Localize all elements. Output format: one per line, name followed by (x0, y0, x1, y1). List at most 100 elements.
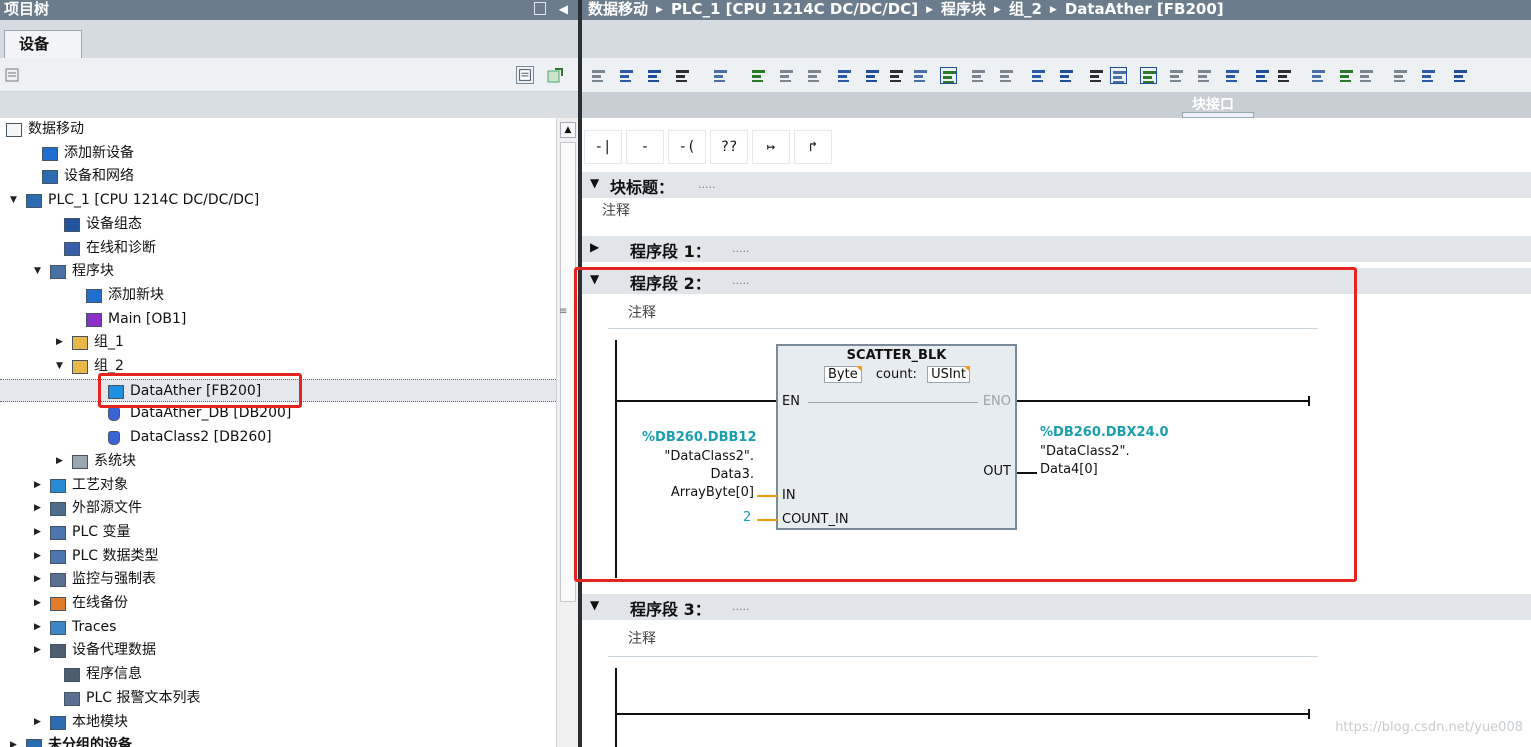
tree-item[interactable]: 在线和诊断 (0, 237, 556, 260)
editor-tool-icon[interactable] (1110, 67, 1127, 84)
editor-tool-icon[interactable] (1392, 67, 1409, 84)
nc-contact-button[interactable]: -|/|- (626, 130, 664, 187)
tab-devices[interactable]: 设备 (4, 30, 82, 58)
editor-tool-icon[interactable] (778, 67, 795, 84)
collapse-toggle-icon[interactable]: ▼ (590, 598, 599, 612)
expand-arrow-icon[interactable]: ▶ (34, 521, 46, 544)
breadcrumb-item[interactable]: 组_2 (1009, 0, 1042, 18)
tree-item[interactable]: 程序信息 (0, 663, 556, 686)
expand-arrow-icon[interactable]: ▶ (56, 331, 68, 354)
editor-tool-icon[interactable] (940, 67, 957, 84)
no-contact-button[interactable]: -| |- (584, 130, 622, 187)
network-3-comment[interactable]: 注释 (628, 628, 656, 648)
block-title-dots[interactable]: ..... (698, 178, 715, 191)
editor-tool-icon[interactable] (1452, 67, 1469, 84)
tree-item[interactable]: 设备和网络 (0, 165, 556, 188)
editor-tool-icon[interactable] (1058, 67, 1075, 84)
tree-item[interactable]: ▼ PLC_1 [CPU 1214C DC/DC/DC] (0, 189, 556, 212)
editor-tool-icon[interactable] (836, 67, 853, 84)
tree-item[interactable]: PLC 报警文本列表 (0, 687, 556, 710)
editor-tool-icon[interactable] (1254, 67, 1271, 84)
expand-arrow-icon[interactable]: ▶ (34, 639, 46, 662)
network-3-header[interactable]: ▼ 程序段 3： ..... (582, 594, 1531, 620)
tree-item[interactable]: ▶ Traces (0, 616, 556, 639)
editor-tool-icon[interactable] (1088, 67, 1105, 84)
tree-item[interactable]: 设备组态 (0, 213, 556, 236)
expand-arrow-icon[interactable]: ▶ (34, 474, 46, 497)
editor-tool-icon[interactable] (1224, 67, 1241, 84)
editor-tool-icon[interactable] (1358, 67, 1375, 84)
expand-arrow-icon[interactable]: ▶ (34, 592, 46, 615)
close-branch-button[interactable]: ↱ (794, 130, 832, 164)
coil-button[interactable]: -( )- (668, 130, 706, 187)
editor-tool-icon[interactable] (1276, 67, 1293, 84)
editor-tool-icon[interactable] (646, 67, 663, 84)
block-title-header[interactable]: ▼ 块标题： ..... (582, 172, 1531, 198)
scroll-up-icon[interactable]: ▲ (560, 122, 576, 138)
tree-item[interactable]: ▶ PLC 变量 (0, 521, 556, 544)
block-interface-bar[interactable]: 块接口 (582, 92, 1531, 118)
editor-tool-icon[interactable] (712, 67, 729, 84)
collapse-arrow-icon[interactable]: ▼ (34, 260, 46, 283)
breadcrumb-item[interactable]: DataAther [FB200] (1065, 0, 1224, 18)
collapse-arrow-icon[interactable]: ▼ (0, 118, 2, 141)
tree-item[interactable]: ▼ 数据移动 (0, 118, 556, 141)
tree-item[interactable]: ▶ 设备代理数据 (0, 639, 556, 662)
tree-item[interactable]: 添加新设备 (0, 142, 556, 165)
export-icon[interactable] (546, 66, 564, 84)
breadcrumb-item[interactable]: 数据移动 (588, 0, 648, 18)
tree-item[interactable]: ▶ 在线备份 (0, 592, 556, 615)
editor-tool-icon[interactable] (1310, 67, 1327, 84)
splitter-grip-icon[interactable]: ≡ (559, 306, 567, 317)
editor-tool-icon[interactable] (590, 67, 607, 84)
expand-toggle-icon[interactable]: ▶ (590, 240, 599, 254)
editor-tool-icon[interactable] (1420, 67, 1437, 84)
editor-tool-icon[interactable] (806, 67, 823, 84)
network-3-dots[interactable]: ..... (732, 600, 749, 613)
tree-item[interactable]: DataClass2 [DB260] (0, 426, 556, 449)
editor-tool-icon[interactable] (1030, 67, 1047, 84)
editor-tool-icon[interactable] (1168, 67, 1185, 84)
expand-arrow-icon[interactable]: ▶ (10, 734, 22, 747)
tree-item[interactable]: ▶ 系统块 (0, 450, 556, 473)
editor-tool-icon[interactable] (888, 67, 905, 84)
editor-tool-icon[interactable] (1196, 67, 1213, 84)
tree-item[interactable]: 添加新块 (0, 284, 556, 307)
editor-tool-icon[interactable] (618, 67, 635, 84)
expand-arrow-icon[interactable]: ▶ (34, 568, 46, 591)
tree-item[interactable]: ▶ 组_1 (0, 331, 556, 354)
editor-tool-icon[interactable] (674, 67, 691, 84)
tree-item[interactable]: ▶ 工艺对象 (0, 474, 556, 497)
expand-arrow-icon[interactable]: ▶ (34, 497, 46, 520)
tree-item[interactable]: ▼ 程序块 (0, 260, 556, 283)
expand-arrow-icon[interactable]: ▶ (34, 711, 46, 734)
panel-pin-icon[interactable] (534, 2, 546, 15)
editor-tool-icon[interactable] (998, 67, 1015, 84)
editor-tool-icon[interactable] (864, 67, 881, 84)
interface-splitter-icon[interactable] (1182, 112, 1254, 118)
collapse-arrow-icon[interactable]: ▼ (56, 355, 68, 378)
expand-arrow-icon[interactable]: ▶ (34, 545, 46, 568)
tree-view-icon[interactable] (4, 66, 22, 84)
expand-arrow-icon[interactable]: ▶ (56, 450, 68, 473)
editor-tool-icon[interactable] (970, 67, 987, 84)
tree-item[interactable]: ▶ PLC 数据类型 (0, 545, 556, 568)
editor-tool-icon[interactable] (1140, 67, 1157, 84)
breadcrumb-item[interactable]: PLC_1 [CPU 1214C DC/DC/DC] (671, 0, 918, 18)
empty-box-button[interactable]: ?? (710, 130, 748, 164)
collapse-panel-icon[interactable]: ◀ (559, 0, 568, 18)
tree-item[interactable]: ▶ 外部源文件 (0, 497, 556, 520)
editor-tool-icon[interactable] (912, 67, 929, 84)
expand-arrow-icon[interactable]: ▶ (34, 616, 46, 639)
open-branch-button[interactable]: ↦ (752, 130, 790, 164)
tree-item[interactable]: ▶ 未分组的设备 (0, 734, 556, 747)
editor-tool-icon[interactable] (1338, 67, 1355, 84)
breadcrumb-item[interactable]: 程序块 (941, 0, 986, 18)
editor-tool-icon[interactable] (750, 67, 767, 84)
network-1-dots[interactable]: ..... (732, 242, 749, 255)
network-1-header[interactable]: ▶ 程序段 1： ..... (582, 236, 1531, 262)
overview-icon[interactable] (516, 66, 534, 84)
block-comment[interactable]: 注释 (602, 200, 630, 220)
tree-item[interactable]: ▶ 监控与强制表 (0, 568, 556, 591)
collapse-toggle-icon[interactable]: ▼ (590, 176, 599, 190)
